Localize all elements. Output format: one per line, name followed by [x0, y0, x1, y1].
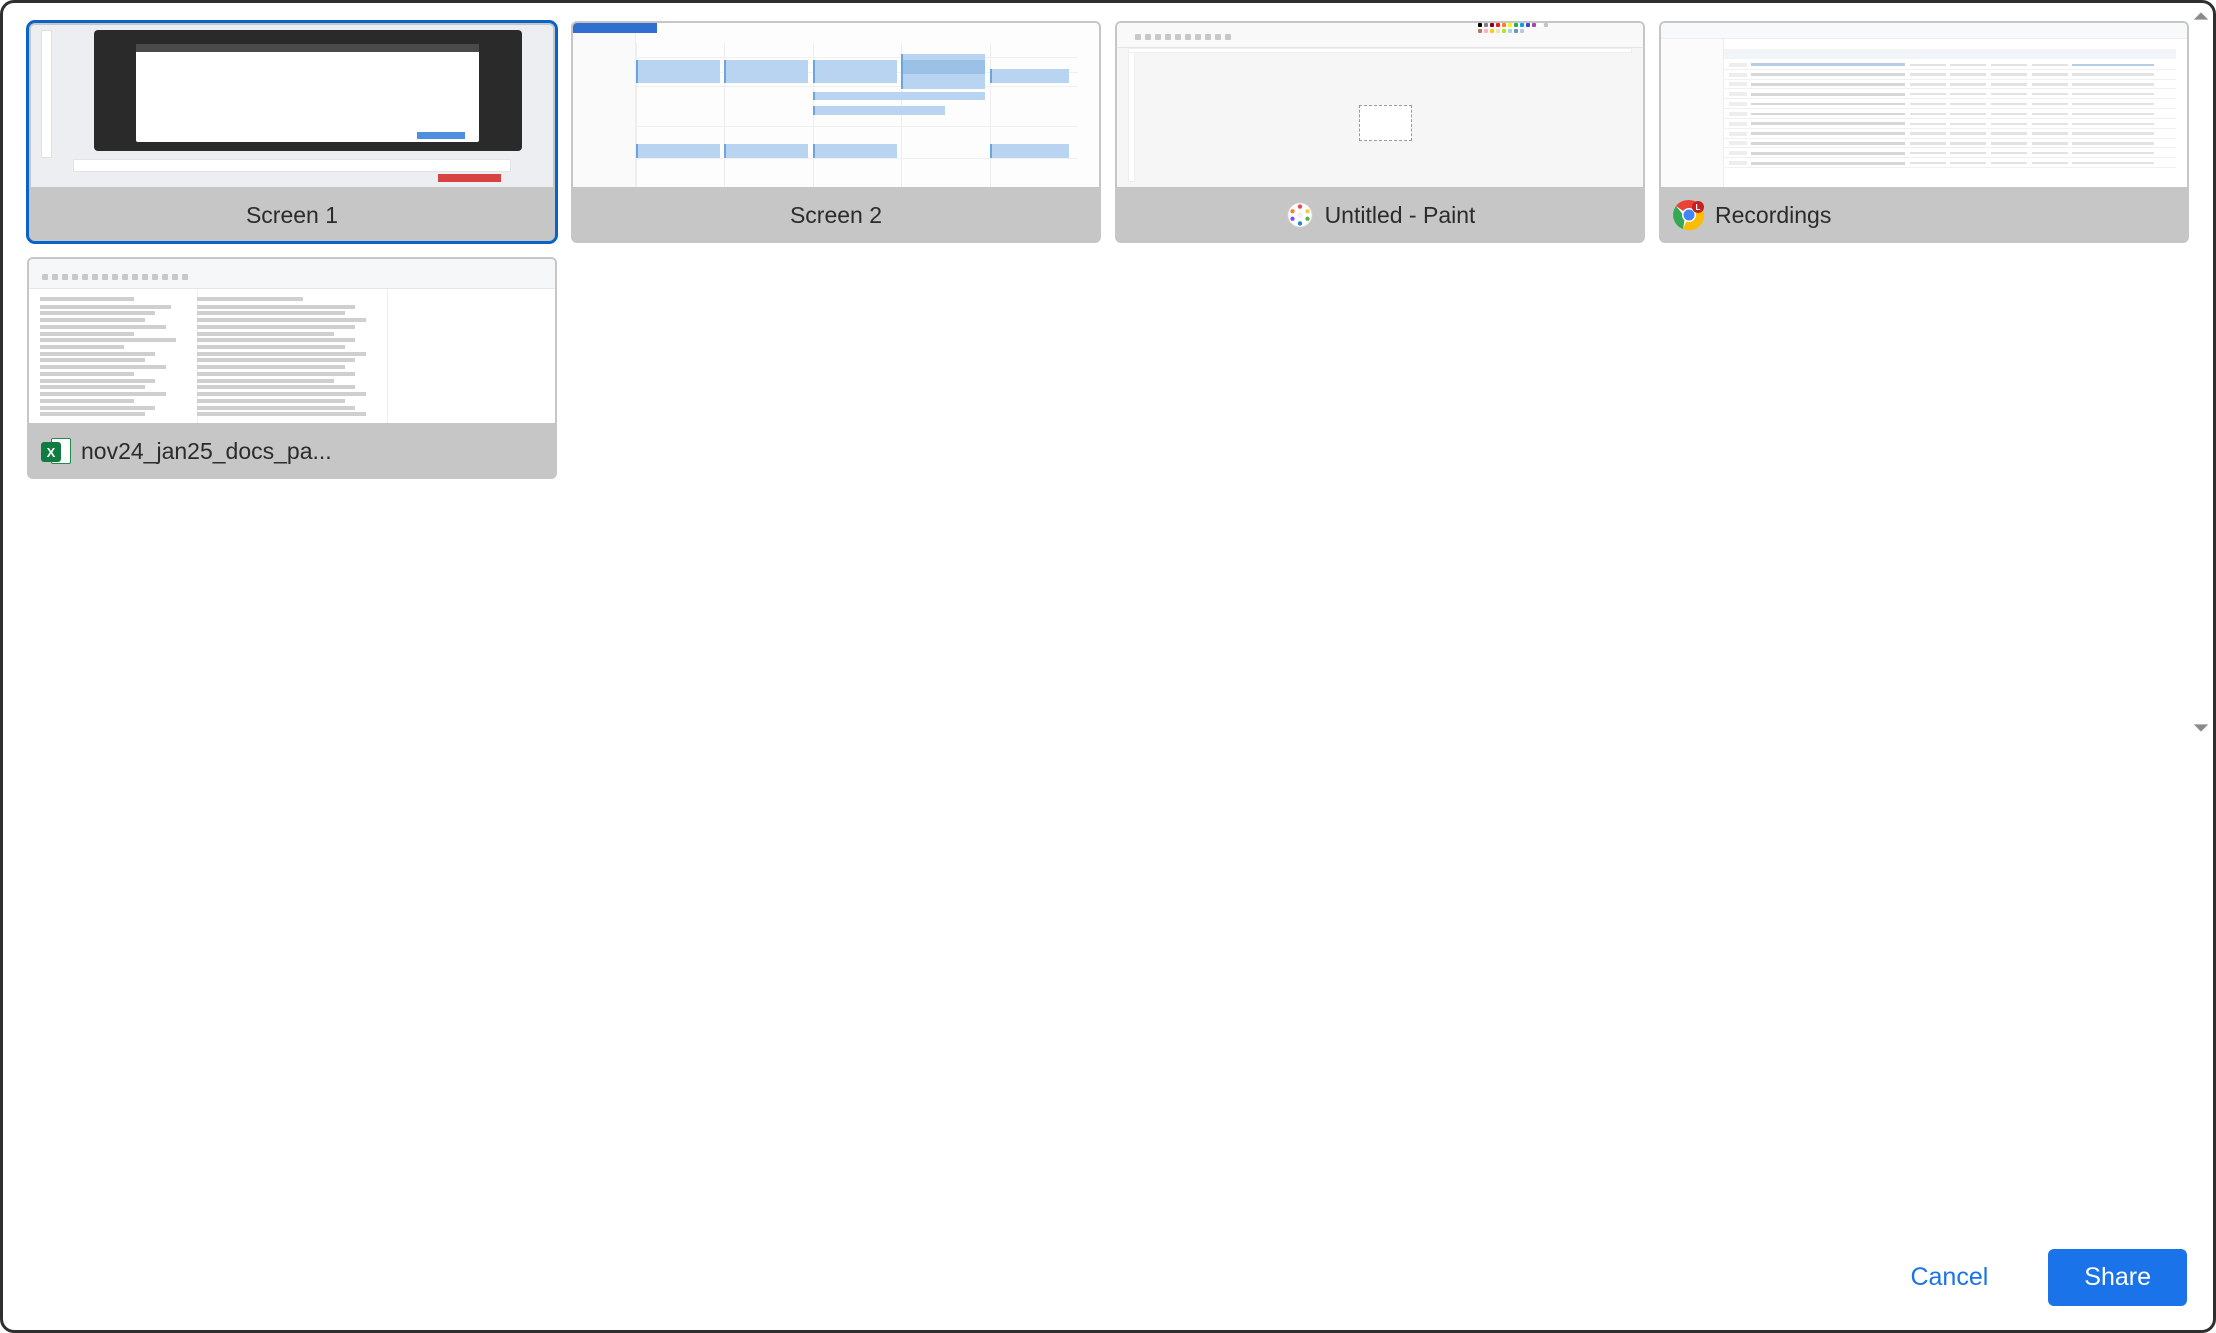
source-tile-excel[interactable]: X nov24_jan25_docs_pa...: [27, 257, 557, 479]
thumbnail-screen-2: [573, 23, 1099, 187]
paint-icon: [1285, 200, 1315, 230]
source-tile-recordings[interactable]: L Recordings: [1659, 21, 2189, 243]
tile-label: Recordings: [1715, 202, 1831, 229]
thumbnail-paint: [1117, 23, 1643, 187]
cancel-button[interactable]: Cancel: [1880, 1249, 2018, 1306]
tile-label: nov24_jan25_docs_pa...: [81, 438, 332, 465]
source-tile-paint[interactable]: Untitled - Paint: [1115, 21, 1645, 243]
svg-text:L: L: [1696, 203, 1701, 212]
tile-label: Screen 1: [246, 202, 338, 229]
thumbnail-recordings: [1661, 23, 2187, 187]
source-tile-screen-1[interactable]: Screen 1: [27, 21, 557, 243]
dialog-footer: Cancel Share: [3, 1240, 2213, 1330]
tile-caption: Untitled - Paint: [1115, 187, 1645, 243]
share-button[interactable]: Share: [2048, 1249, 2187, 1306]
tile-caption: Screen 1: [27, 187, 557, 243]
thumbnail-excel: [29, 259, 555, 423]
sources-grid-container: Screen 1: [3, 3, 2213, 1240]
tile-caption: L Recordings: [1659, 187, 2189, 243]
tile-caption: Screen 2: [571, 187, 1101, 243]
share-picker-dialog: Screen 1: [0, 0, 2216, 1333]
tile-label: Screen 2: [790, 202, 882, 229]
chrome-icon: L: [1673, 199, 1705, 231]
tile-caption: X nov24_jan25_docs_pa...: [27, 423, 557, 479]
tile-label: Untitled - Paint: [1325, 202, 1476, 229]
excel-icon: X: [41, 436, 71, 466]
thumbnail-screen-1: [31, 25, 553, 187]
sources-grid: Screen 1: [27, 21, 2189, 479]
source-tile-screen-2[interactable]: Screen 2: [571, 21, 1101, 243]
